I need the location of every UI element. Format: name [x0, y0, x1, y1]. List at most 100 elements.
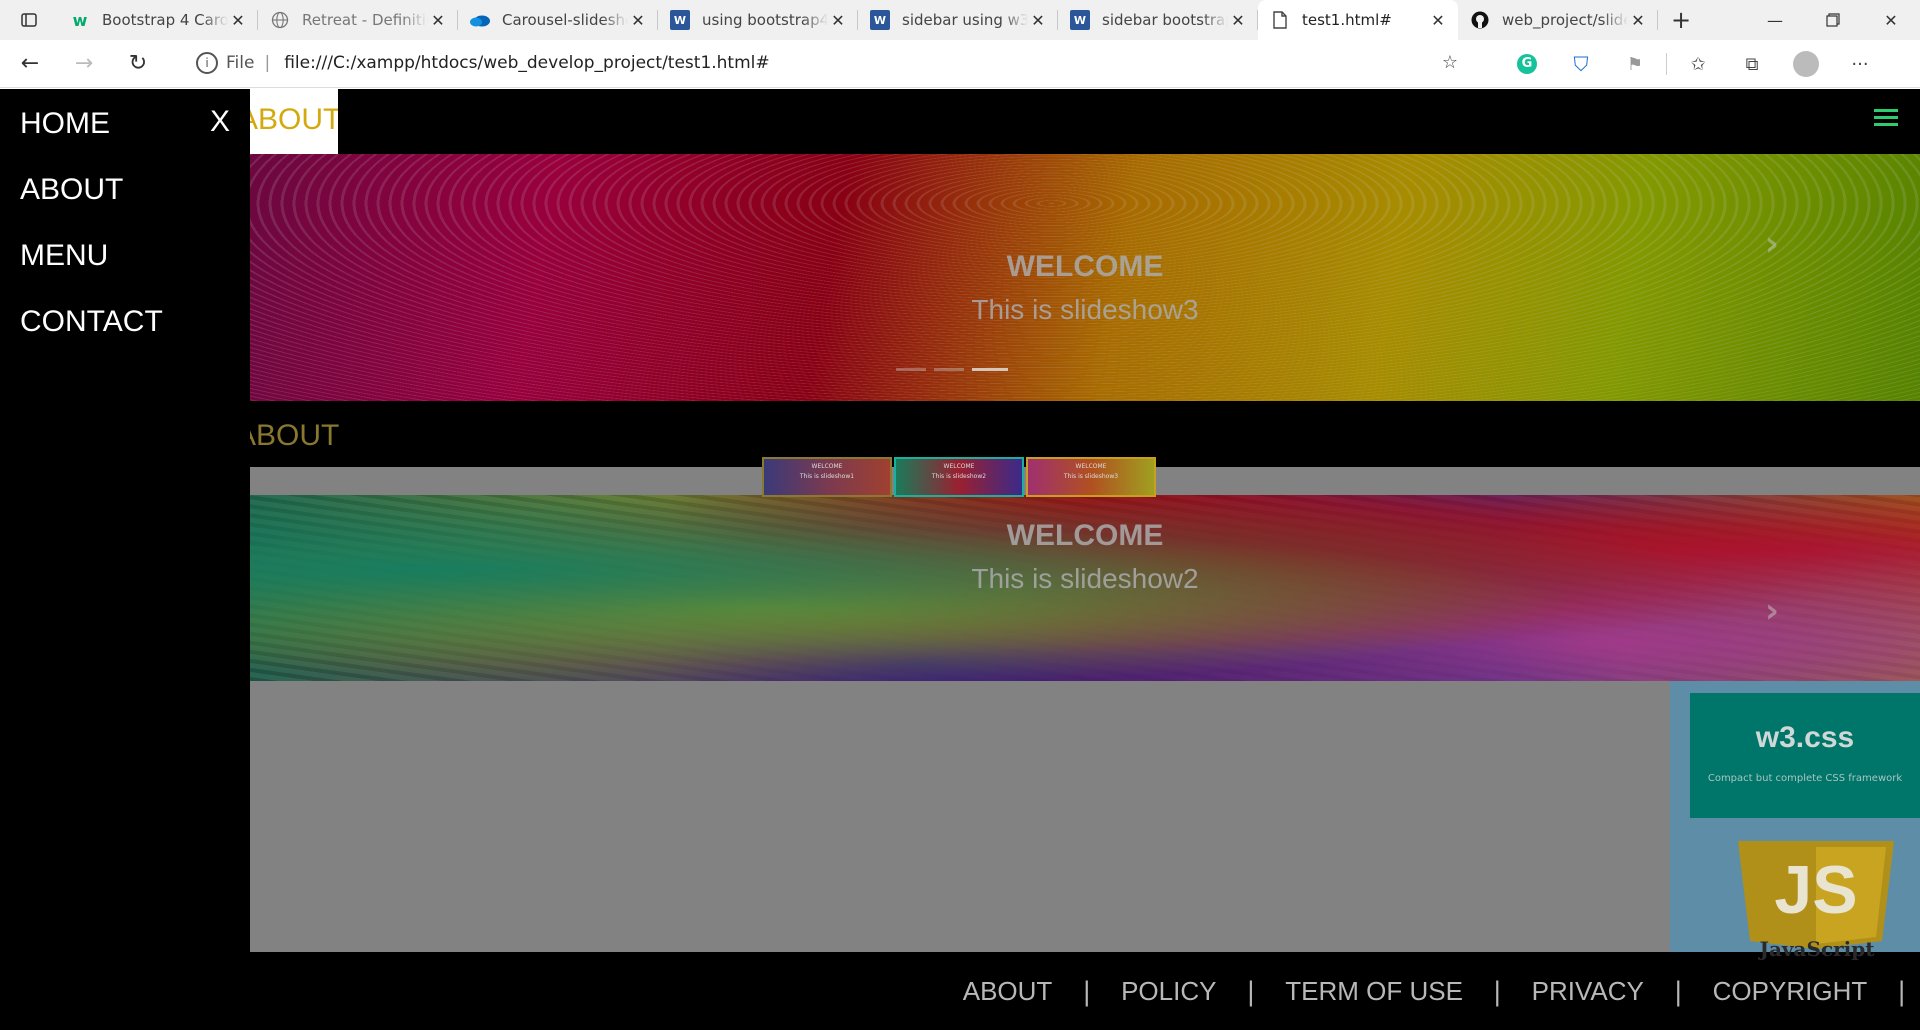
- flag-icon[interactable]: ⚑: [1608, 44, 1662, 84]
- browser-toolbar: ← → ↻ i File | file:///C:/xampp/htdocs/w…: [0, 40, 1920, 88]
- tab-title: sidebar bootstrap: [1102, 11, 1228, 29]
- thumb-heading: WELCOME: [943, 463, 975, 470]
- profile-avatar[interactable]: [1779, 44, 1833, 84]
- address-bar[interactable]: i File | file:///C:/xampp/htdocs/web_dev…: [180, 44, 1470, 82]
- thumbnail-2[interactable]: WELCOME This is slideshow2: [894, 457, 1024, 497]
- tab-sidebar-w3[interactable]: W sidebar using w3. ✕: [858, 0, 1058, 40]
- tab-github[interactable]: web_project/slide ✕: [1458, 0, 1658, 40]
- close-tab-icon[interactable]: ✕: [828, 11, 848, 30]
- tab-retreat[interactable]: Retreat - Definitio ✕: [258, 0, 458, 40]
- slide-heading: WELCOME: [1006, 519, 1164, 552]
- carousel-next-icon[interactable]: ›: [1765, 224, 1779, 264]
- footer-separator: |: [1082, 976, 1092, 1007]
- tab-actions-icon[interactable]: [0, 0, 58, 40]
- address-scheme: File: [226, 53, 255, 73]
- footer-links: ABOUT | POLICY | TERM OF USE | PRIVACY |…: [933, 976, 1906, 1007]
- about-heading: ABOUT: [236, 419, 340, 452]
- w3css-title: w3.css: [1755, 721, 1855, 754]
- footer-link-terms[interactable]: TERM OF USE: [1255, 976, 1493, 1007]
- close-tab-icon[interactable]: ✕: [1228, 11, 1248, 30]
- indicator-2[interactable]: [934, 368, 964, 371]
- word-icon: W: [870, 10, 890, 30]
- tab-strip: w Bootstrap 4 Carou ✕ Retreat - Definiti…: [0, 0, 1920, 40]
- sidebar-item-menu[interactable]: MENU: [20, 239, 108, 273]
- javascript-wordmark: JavaScript: [1759, 937, 1875, 961]
- tab-title: test1.html#: [1302, 11, 1392, 29]
- file-icon: [1270, 10, 1290, 30]
- grammarly-icon[interactable]: G: [1500, 44, 1554, 84]
- onedrive-icon: [470, 10, 490, 30]
- add-favorite-icon[interactable]: ☆: [1442, 52, 1458, 73]
- toolbar-divider: [1666, 53, 1667, 75]
- footer: ABOUT | POLICY | TERM OF USE | PRIVACY |…: [250, 952, 1920, 1030]
- new-tab-icon[interactable]: +: [1658, 0, 1704, 40]
- tab-title: using bootstrap4: [702, 11, 828, 29]
- toolbar-extensions: G ⛉ ⚑ ✩ ⧉ ···: [1500, 40, 1887, 88]
- close-tab-icon[interactable]: ✕: [228, 11, 248, 30]
- close-tab-icon[interactable]: ✕: [1028, 11, 1048, 30]
- w3css-subtitle: Compact but complete CSS framework: [1707, 773, 1903, 784]
- thumb-text: This is slideshow3: [1063, 473, 1119, 480]
- refresh-icon[interactable]: ↻: [114, 44, 162, 84]
- sidebar-item-home[interactable]: HOME: [20, 107, 110, 141]
- indicator-3[interactable]: [972, 368, 1008, 371]
- js-letters: JS: [1774, 852, 1857, 928]
- tab-carousel-slideshow[interactable]: Carousel-slidesho ✕: [458, 0, 658, 40]
- tab-using-bootstrap4[interactable]: W using bootstrap4 ✕: [658, 0, 858, 40]
- tab-title: Carousel-slidesho: [502, 11, 628, 29]
- w3schools-icon: w: [72, 10, 88, 30]
- page-viewport: ABOUT WELCOME This is slideshow3 › ABOUT…: [0, 89, 1920, 1030]
- restore-icon[interactable]: [1804, 0, 1862, 40]
- thumb-heading: WELCOME: [811, 463, 843, 470]
- hamburger-menu-icon[interactable]: [1874, 105, 1898, 129]
- footer-link-policy[interactable]: POLICY: [1091, 976, 1246, 1007]
- footer-separator: |: [1246, 976, 1256, 1007]
- word-icon: W: [670, 10, 690, 30]
- minimize-icon[interactable]: —: [1746, 0, 1804, 40]
- window-controls: — ✕: [1746, 0, 1920, 40]
- footer-link-privacy[interactable]: PRIVACY: [1502, 976, 1674, 1007]
- slide-caption: This is slideshow2: [971, 563, 1199, 594]
- thumbnail-3[interactable]: WELCOME This is slideshow3: [1026, 457, 1156, 497]
- w3css-ad[interactable]: w3.css Compact but complete CSS framewor…: [1690, 693, 1920, 818]
- footer-link-copyright[interactable]: COPYRIGHT: [1683, 976, 1898, 1007]
- sidebar-close-button[interactable]: X: [210, 105, 230, 139]
- tab-title: web_project/slide: [1502, 11, 1628, 29]
- favorites-icon[interactable]: ✩: [1671, 44, 1725, 84]
- footer-separator: |: [1492, 976, 1502, 1007]
- tab-sidebar-bootstrap[interactable]: W sidebar bootstrap ✕: [1058, 0, 1258, 40]
- close-tab-icon[interactable]: ✕: [1428, 11, 1448, 30]
- footer-separator: |: [1897, 976, 1906, 1007]
- close-window-icon[interactable]: ✕: [1862, 0, 1920, 40]
- footer-link-about[interactable]: ABOUT: [933, 976, 1083, 1007]
- more-menu-icon[interactable]: ···: [1833, 44, 1887, 84]
- nav-about-tab[interactable]: ABOUT: [250, 89, 338, 154]
- forward-icon[interactable]: →: [60, 44, 108, 84]
- back-icon[interactable]: ←: [6, 44, 54, 84]
- top-navbar: ABOUT: [250, 89, 1920, 154]
- close-tab-icon[interactable]: ✕: [1628, 11, 1648, 30]
- thumb-text: This is slideshow2: [931, 473, 987, 480]
- close-tab-icon[interactable]: ✕: [628, 11, 648, 30]
- word-icon: W: [1070, 10, 1090, 30]
- tab-title: Bootstrap 4 Carou: [102, 11, 228, 29]
- indicator-1[interactable]: [896, 368, 926, 371]
- tab-title: Retreat - Definitio: [302, 11, 428, 29]
- slide-caption: This is slideshow3: [971, 294, 1199, 325]
- sidebar-item-contact[interactable]: CONTACT: [20, 305, 163, 339]
- carousel-next-icon[interactable]: ›: [1765, 591, 1779, 631]
- extension-shield-icon[interactable]: ⛉: [1554, 44, 1608, 84]
- footer-separator: |: [1673, 976, 1683, 1007]
- github-icon: [1470, 10, 1490, 30]
- address-separator: |: [264, 53, 271, 73]
- carousel-indicators: [896, 368, 1008, 371]
- tab-bootstrap-carousel[interactable]: w Bootstrap 4 Carou ✕: [58, 0, 258, 40]
- close-tab-icon[interactable]: ✕: [428, 11, 448, 30]
- javascript-shield-icon: JS: [1738, 841, 1894, 949]
- collections-icon[interactable]: ⧉: [1725, 44, 1779, 84]
- tab-test1-active[interactable]: test1.html# ✕: [1258, 0, 1458, 40]
- info-icon[interactable]: i: [196, 52, 218, 74]
- thumbnail-1[interactable]: WELCOME This is slideshow1: [762, 457, 892, 497]
- tab-title: sidebar using w3.: [902, 11, 1028, 29]
- sidebar-item-about[interactable]: ABOUT: [20, 173, 123, 207]
